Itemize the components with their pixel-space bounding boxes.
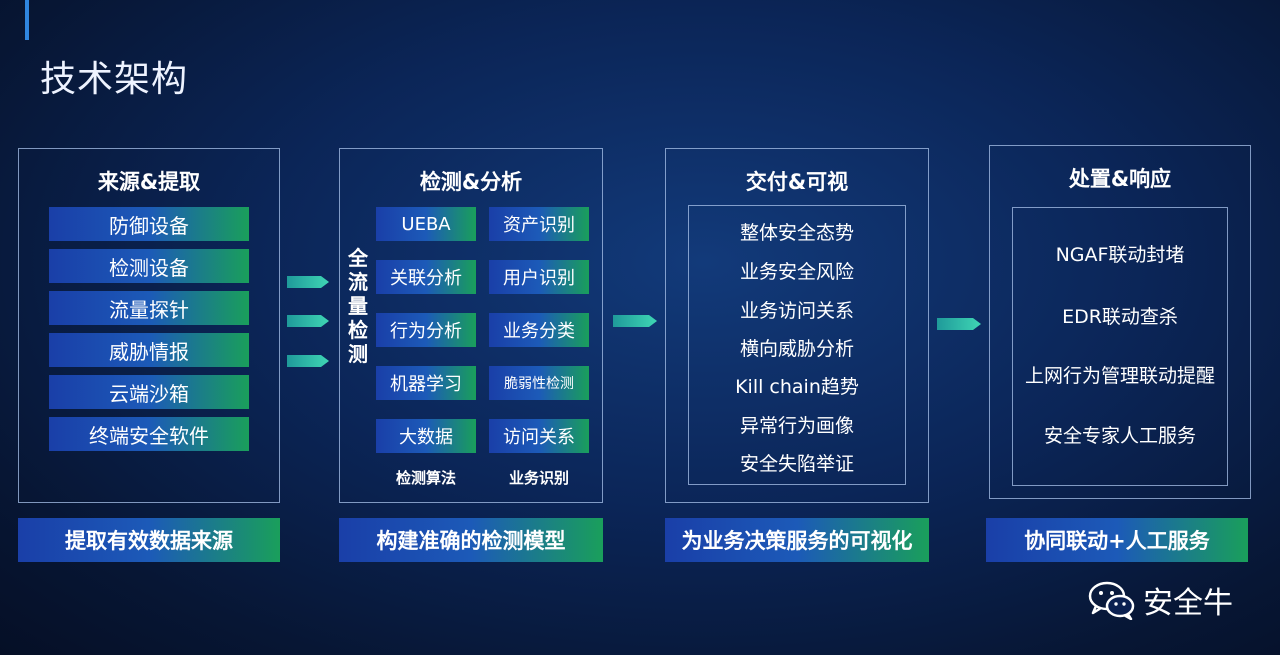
panel-source-extract: 来源&提取 防御设备 检测设备 流量探针 威胁情报 云端沙箱 终端安全软件 [18, 148, 280, 503]
response-item: EDR联动查杀 [1062, 306, 1178, 328]
algorithm-item: 关联分析 [376, 260, 476, 294]
algorithm-item: 机器学习 [376, 366, 476, 400]
panel-dispose-respond: 处置&响应 NGAF联动封堵 EDR联动查杀 上网行为管理联动提醒 安全专家人工… [989, 145, 1251, 499]
source-item: 防御设备 [49, 207, 249, 241]
source-item: 终端安全软件 [49, 417, 249, 451]
brand-name: 安全牛 [1143, 586, 1233, 621]
visualization-item: 整体安全态势 [739, 222, 854, 244]
response-list: NGAF联动封堵 EDR联动查杀 上网行为管理联动提醒 安全专家人工服务 [1012, 207, 1228, 486]
business-item: 脆弱性检测 [489, 366, 589, 400]
panel-title: 检测&分析 [419, 170, 523, 194]
algorithm-item: 大数据 [376, 419, 476, 453]
response-item: NGAF联动封堵 [1055, 244, 1185, 266]
caption-source: 提取有效数据来源 [18, 518, 280, 562]
arrow-icon [287, 313, 329, 329]
algorithm-item: UEBA [376, 207, 476, 241]
visualization-item: 安全失陷举证 [739, 453, 854, 475]
visualization-item: 异常行为画像 [739, 415, 854, 437]
full-traffic-detection-label: 全流量检测 [348, 246, 368, 366]
visualization-item: 业务安全风险 [739, 261, 854, 283]
response-item: 安全专家人工服务 [1043, 425, 1196, 447]
algorithm-item: 行为分析 [376, 313, 476, 347]
visualization-item: 业务访问关系 [739, 300, 854, 322]
panel-deliver-visualize: 交付&可视 整体安全态势 业务安全风险 业务访问关系 横向威胁分析 Kill c… [665, 148, 929, 503]
business-column-label: 业务识别 [508, 469, 569, 487]
response-item: 上网行为管理联动提醒 [1024, 365, 1215, 387]
arrow-icon [613, 313, 657, 329]
caption-detect: 构建准确的检测模型 [339, 518, 603, 562]
panel-title: 来源&提取 [97, 170, 201, 194]
page-title: 技术架构 [40, 59, 189, 100]
visualization-item: 横向威胁分析 [739, 338, 854, 360]
panel-detect-analyze: 检测&分析 UEBA 关联分析 行为分析 机器学习 大数据 资产识别 用户识别 … [339, 148, 603, 503]
panel-title: 交付&可视 [745, 170, 849, 194]
title-accent-bar [25, 0, 29, 40]
source-item: 威胁情报 [49, 333, 249, 367]
visualization-list: 整体安全态势 业务安全风险 业务访问关系 横向威胁分析 Kill chain趋势… [688, 205, 906, 485]
caption-visualize: 为业务决策服务的可视化 [665, 518, 929, 562]
business-item: 用户识别 [489, 260, 589, 294]
visualization-item: Kill chain趋势 [735, 376, 859, 398]
wechat-icon [1088, 580, 1136, 621]
source-item: 检测设备 [49, 249, 249, 283]
arrow-icon [287, 353, 329, 369]
business-item: 资产识别 [489, 207, 589, 241]
source-item: 流量探针 [49, 291, 249, 325]
arrow-icon [937, 316, 981, 332]
source-item: 云端沙箱 [49, 375, 249, 409]
caption-respond: 协同联动+人工服务 [986, 518, 1248, 562]
arrow-icon [287, 274, 329, 290]
panel-title: 处置&响应 [1068, 167, 1172, 191]
business-item: 业务分类 [489, 313, 589, 347]
algorithm-column-label: 检测算法 [395, 469, 456, 487]
business-item: 访问关系 [489, 419, 589, 453]
